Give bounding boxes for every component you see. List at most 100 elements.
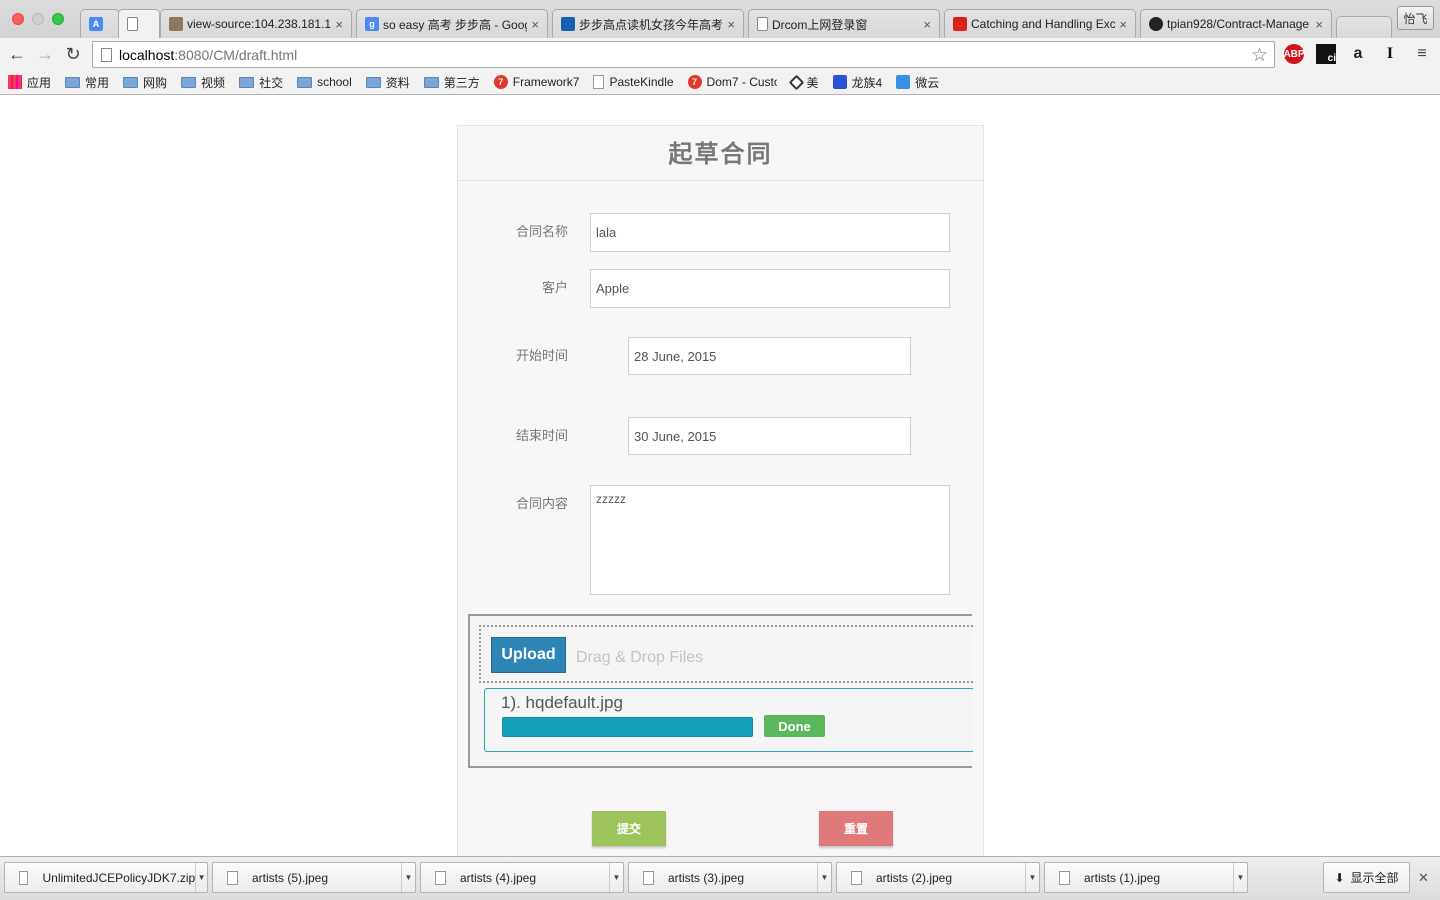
view-source-icon: [169, 17, 183, 31]
chevron-down-icon[interactable]: ▼: [401, 863, 415, 892]
weiyun-icon: [896, 75, 911, 89]
upload-button[interactable]: Upload: [491, 637, 566, 673]
bookmarks-bar: 应用 常用 网购 视频 社交 school 资料 第三方 7 Framework7…: [0, 70, 1440, 94]
drop-zone[interactable]: Upload Drag & Drop Files: [479, 625, 973, 683]
tab-google[interactable]: g so easy 高考 步步高 - Goog ×: [356, 9, 548, 38]
downloads-shelf: UnlimitedJCEPolicyJDK7.zip ▼ artists (5)…: [0, 856, 1440, 900]
back-arrow-icon[interactable]: ←: [6, 43, 28, 65]
apps-icon: [8, 75, 22, 89]
start-date-label: 开始时间: [515, 348, 568, 363]
dom7-icon: 7: [687, 75, 702, 89]
profile-button[interactable]: 怡飞: [1397, 6, 1434, 30]
close-icon[interactable]: ×: [1119, 17, 1127, 32]
tab-drcom[interactable]: Drcom上网登录窗 ×: [748, 9, 940, 38]
chevron-down-icon[interactable]: ▼: [609, 863, 623, 892]
show-all-downloads-button[interactable]: ⬇ 显示全部: [1323, 862, 1410, 893]
browser-chrome: A view-source:104.238.181.1 × g so easy …: [0, 0, 1440, 95]
framework7-icon: 7: [493, 75, 508, 89]
bookmark-framework7[interactable]: 7 Framework7: [493, 75, 579, 89]
image-file-icon: [851, 870, 862, 885]
folder-icon: [297, 76, 313, 88]
page-icon: [593, 75, 605, 89]
forward-arrow-icon[interactable]: →: [34, 43, 56, 65]
bookmark-folder[interactable]: 视频: [181, 74, 225, 91]
content-textarea[interactable]: zzzzz: [590, 485, 950, 595]
folder-icon: [365, 76, 381, 88]
download-item[interactable]: UnlimitedJCEPolicyJDK7.zip ▼: [4, 862, 208, 893]
upload-progress-bar: [502, 717, 753, 737]
tab-oracle[interactable]: Catching and Handling Exc ×: [944, 9, 1136, 38]
close-icon[interactable]: ×: [923, 17, 931, 32]
folder-icon: [123, 76, 139, 88]
image-file-icon: [227, 870, 238, 885]
download-item[interactable]: artists (3).jpeg ▼: [628, 862, 832, 893]
bookmark-folder[interactable]: 网购: [123, 74, 167, 91]
menu-icon[interactable]: ≡: [1412, 44, 1432, 64]
bookmark-folder[interactable]: 资料: [365, 74, 410, 91]
adblock-icon[interactable]: ABP: [1283, 44, 1305, 64]
zoom-window-button[interactable]: [52, 13, 64, 25]
bookmark-folder[interactable]: 第三方: [423, 74, 480, 91]
folder-icon: [239, 76, 255, 88]
bookmark-codepen[interactable]: 美: [788, 74, 819, 91]
address-bar[interactable]: localhost:8080/CM/draft.html ☆: [92, 41, 1275, 68]
tab-bbk[interactable]: 步步高点读机女孩今年高考? ×: [552, 9, 744, 38]
translate-icon: A: [89, 17, 103, 31]
download-item[interactable]: artists (4).jpeg ▼: [420, 862, 624, 893]
drop-hint: Drag & Drop Files: [576, 649, 704, 666]
download-item[interactable]: artists (5).jpeg ▼: [212, 862, 416, 893]
bookmark-folder[interactable]: 常用: [65, 74, 109, 91]
bookmark-apps[interactable]: 应用: [8, 74, 51, 91]
bookmark-star-icon[interactable]: ☆: [1251, 44, 1268, 67]
image-file-icon: [1059, 870, 1070, 885]
tab-github[interactable]: tpian928/Contract-Manage ×: [1140, 9, 1332, 38]
tab-label: view-source:104.238.181.1: [187, 17, 332, 31]
form-title: 起草合同: [458, 126, 983, 181]
close-icon[interactable]: ×: [531, 17, 539, 32]
chevron-down-icon[interactable]: ▼: [1025, 863, 1039, 892]
bookmark-dom7[interactable]: 7Dom7 - Custom DOM: [687, 75, 777, 89]
bookmark-baidu[interactable]: 龙族4: [832, 74, 882, 91]
done-badge[interactable]: Done: [764, 715, 825, 737]
instapaper-icon[interactable]: I: [1380, 44, 1400, 64]
chevron-down-icon[interactable]: ▼: [817, 863, 831, 892]
tab-current[interactable]: [118, 9, 160, 38]
amazon-icon[interactable]: a: [1348, 44, 1368, 64]
bookmark-folder[interactable]: 社交: [239, 74, 283, 91]
customer-label: 客户: [541, 280, 568, 295]
close-window-button[interactable]: [12, 13, 24, 25]
submit-button[interactable]: 提交: [592, 811, 666, 846]
reset-button[interactable]: 重置: [819, 811, 893, 846]
reload-icon[interactable]: ↻: [62, 43, 84, 65]
tab-label: Drcom上网登录窗: [772, 17, 868, 32]
close-icon[interactable]: ✕: [1418, 870, 1429, 886]
start-date-input[interactable]: 28 June, 2015: [628, 337, 911, 375]
minimize-window-button[interactable]: [32, 13, 44, 25]
codepen-icon: [788, 74, 804, 90]
customer-input[interactable]: Apple: [590, 269, 950, 308]
close-icon[interactable]: ×: [727, 17, 735, 32]
bookmark-folder[interactable]: school: [297, 75, 352, 89]
github-icon: [1149, 17, 1163, 31]
bookmark-weiyun[interactable]: 微云: [896, 74, 939, 91]
chevron-down-icon[interactable]: ▼: [195, 863, 207, 892]
url-host: localhost: [119, 46, 175, 63]
end-date-input[interactable]: 30 June, 2015: [628, 417, 911, 455]
tab-translate[interactable]: A: [80, 9, 120, 38]
close-icon[interactable]: ×: [335, 17, 343, 32]
download-item[interactable]: artists (1).jpeg ▼: [1044, 862, 1248, 893]
folder-icon: [181, 76, 197, 88]
google-icon: g: [365, 17, 379, 31]
ci-extension-icon[interactable]: ci: [1316, 44, 1336, 64]
download-item[interactable]: artists (2).jpeg ▼: [836, 862, 1040, 893]
bookmark-pastekindle[interactable]: PasteKindle: [593, 75, 674, 89]
tab-strip: A view-source:104.238.181.1 × g so easy …: [0, 0, 1440, 38]
new-tab-button[interactable]: [1336, 16, 1392, 38]
tab-label: tpian928/Contract-Manage: [1167, 17, 1310, 31]
url-path: :8080/CM/draft.html: [174, 46, 298, 63]
contract-name-input[interactable]: lala: [590, 213, 950, 252]
contract-name-label: 合同名称: [515, 224, 568, 239]
tab-view-source[interactable]: view-source:104.238.181.1 ×: [160, 9, 352, 38]
chevron-down-icon[interactable]: ▼: [1233, 863, 1247, 892]
close-icon[interactable]: ×: [1315, 17, 1323, 32]
